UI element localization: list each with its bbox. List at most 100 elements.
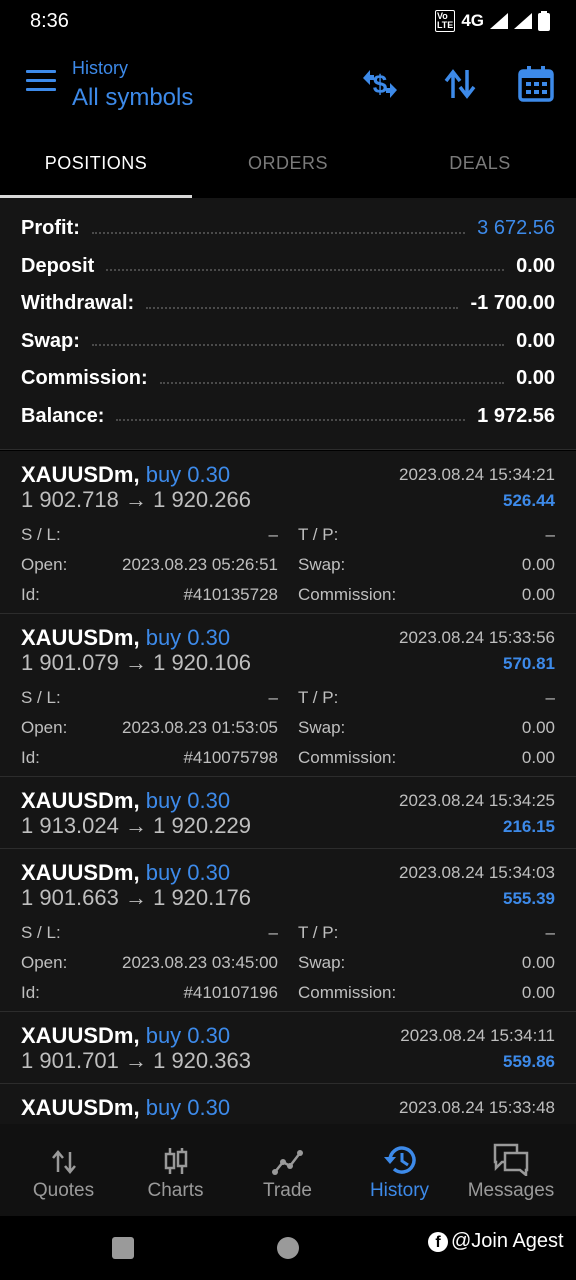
- position-close-time: 2023.08.24 15:33:48: [399, 1098, 555, 1117]
- symbol-text: XAUUSDm,: [21, 462, 140, 487]
- open-value: 2023.08.23 01:53:05: [122, 718, 278, 737]
- dotted-leader: [91, 344, 505, 347]
- svg-text:$: $: [373, 69, 388, 99]
- summary-row-profit: Profit: 3 672.56: [0, 210, 576, 248]
- swap-value: 0.00: [521, 718, 555, 737]
- position-profit: 216.15: [503, 817, 555, 836]
- page-subtitle: History: [72, 58, 129, 78]
- commission-label: Commission:: [298, 585, 397, 604]
- summary-value: 0.00: [516, 367, 555, 390]
- position-direction: buy 0.30: [145, 1095, 231, 1120]
- nav-label: Messages: [467, 1180, 555, 1201]
- sort-icon[interactable]: [438, 64, 482, 104]
- calendar-icon[interactable]: [514, 64, 558, 104]
- dotted-leader: [91, 231, 466, 234]
- position-item[interactable]: XAUUSDm, buy 0.30 2023.08.24 15:33:48: [0, 1084, 576, 1124]
- position-direction: buy 0.30: [145, 1023, 231, 1048]
- watermark-text: @Join Agest: [451, 1230, 564, 1252]
- position-profit: 559.86: [503, 1052, 555, 1071]
- signal-icon: [490, 13, 508, 29]
- position-prices: 1 902.718 → 1 920.266: [21, 487, 251, 512]
- summary-value: 0.00: [516, 329, 555, 352]
- symbol-text: XAUUSDm,: [21, 1095, 140, 1120]
- bottom-nav: Quotes Charts Trade History Messages: [0, 1124, 576, 1216]
- nav-trade[interactable]: Trade: [230, 1124, 345, 1216]
- position-profit: 526.44: [503, 491, 555, 510]
- summary-label: Balance:: [21, 404, 105, 427]
- open-label: Open:: [21, 718, 68, 737]
- position-direction: buy 0.30: [145, 788, 231, 813]
- tab-orders[interactable]: ORDERS: [192, 132, 384, 198]
- commission-value: 0.00: [521, 748, 555, 767]
- tp-label: T / P:: [298, 525, 339, 544]
- home-button[interactable]: [277, 1237, 299, 1259]
- commission-value: 0.00: [521, 983, 555, 1002]
- id-value: #410107196: [183, 983, 278, 1002]
- currency-exchange-icon[interactable]: $: [358, 64, 402, 104]
- summary-row-deposit: Deposit 0.00: [0, 248, 576, 286]
- dotted-leader: [159, 381, 505, 384]
- position-close-time: 2023.08.24 15:34:03: [399, 863, 555, 882]
- tp-value: –: [545, 688, 555, 707]
- position-direction: buy 0.30: [145, 462, 231, 487]
- position-item[interactable]: XAUUSDm, buy 0.30 2023.08.24 15:34:03 1 …: [0, 849, 576, 1012]
- tp-label: T / P:: [298, 923, 339, 942]
- summary-value: 1 972.56: [477, 404, 555, 427]
- signal-icon-2: [514, 13, 532, 29]
- swap-label: Swap:: [298, 718, 346, 737]
- position-close-time: 2023.08.24 15:34:11: [400, 1026, 555, 1045]
- nav-messages[interactable]: Messages: [454, 1124, 568, 1216]
- tab-deals[interactable]: DEALS: [384, 132, 576, 198]
- position-item[interactable]: XAUUSDm, buy 0.30 2023.08.24 15:34:11 1 …: [0, 1012, 576, 1084]
- tab-positions[interactable]: POSITIONS: [0, 132, 192, 198]
- volte-icon: Vo LTE: [434, 10, 456, 32]
- account-summary: Profit: 3 672.56 Deposit 0.00 Withdrawal…: [0, 198, 576, 450]
- nav-charts[interactable]: Charts: [118, 1124, 233, 1216]
- position-symbol: XAUUSDm, buy 0.30: [21, 1023, 230, 1049]
- summary-label: Commission:: [21, 367, 148, 390]
- history-icon: [383, 1146, 416, 1174]
- id-label: Id:: [21, 983, 40, 1002]
- summary-row-withdrawal: Withdrawal: -1 700.00: [0, 285, 576, 323]
- open-label: Open:: [21, 555, 68, 574]
- summary-label: Withdrawal:: [21, 292, 135, 315]
- watermark: f @Join Agest: [428, 1230, 564, 1253]
- position-item[interactable]: XAUUSDm, buy 0.30 2023.08.24 15:34:21 1 …: [0, 451, 576, 614]
- position-prices: 1 913.024 → 1 920.229: [21, 813, 251, 838]
- status-bar: 8:36 Vo LTE 4G: [0, 0, 576, 42]
- menu-icon[interactable]: [26, 70, 56, 96]
- summary-value: 0.00: [516, 254, 555, 277]
- nav-quotes[interactable]: Quotes: [6, 1124, 121, 1216]
- recents-button[interactable]: [112, 1237, 134, 1259]
- facebook-icon: f: [428, 1231, 448, 1252]
- id-label: Id:: [21, 585, 40, 604]
- open-value: 2023.08.23 03:45:00: [122, 953, 278, 972]
- commission-label: Commission:: [298, 983, 397, 1002]
- symbol-text: XAUUSDm,: [21, 625, 140, 650]
- position-item[interactable]: XAUUSDm, buy 0.30 2023.08.24 15:33:56 1 …: [0, 614, 576, 777]
- quotes-icon: [51, 1150, 76, 1174]
- trade-icon: [271, 1150, 303, 1175]
- nav-label: Charts: [147, 1180, 204, 1201]
- swap-value: 0.00: [521, 953, 555, 972]
- battery-icon: [538, 11, 550, 31]
- sl-label: S / L:: [21, 688, 61, 707]
- position-close-time: 2023.08.24 15:34:21: [399, 465, 555, 484]
- page-title[interactable]: All symbols: [72, 84, 193, 112]
- commission-value: 0.00: [521, 585, 555, 604]
- sl-value: –: [268, 688, 278, 707]
- summary-label: Deposit: [21, 254, 95, 277]
- symbol-text: XAUUSDm,: [21, 788, 140, 813]
- symbol-text: XAUUSDm,: [21, 1023, 140, 1048]
- swap-value: 0.00: [521, 555, 555, 574]
- position-item[interactable]: XAUUSDm, buy 0.30 2023.08.24 15:34:25 1 …: [0, 777, 576, 849]
- position-prices: 1 901.701 → 1 920.363: [21, 1048, 251, 1073]
- status-icons: Vo LTE 4G: [434, 10, 550, 32]
- nav-label: History: [369, 1180, 430, 1201]
- nav-history[interactable]: History: [342, 1124, 457, 1216]
- open-label: Open:: [21, 953, 68, 972]
- id-value: #410135728: [183, 585, 278, 604]
- sl-value: –: [268, 525, 278, 544]
- position-profit: 555.39: [503, 889, 555, 908]
- swap-label: Swap:: [298, 953, 346, 972]
